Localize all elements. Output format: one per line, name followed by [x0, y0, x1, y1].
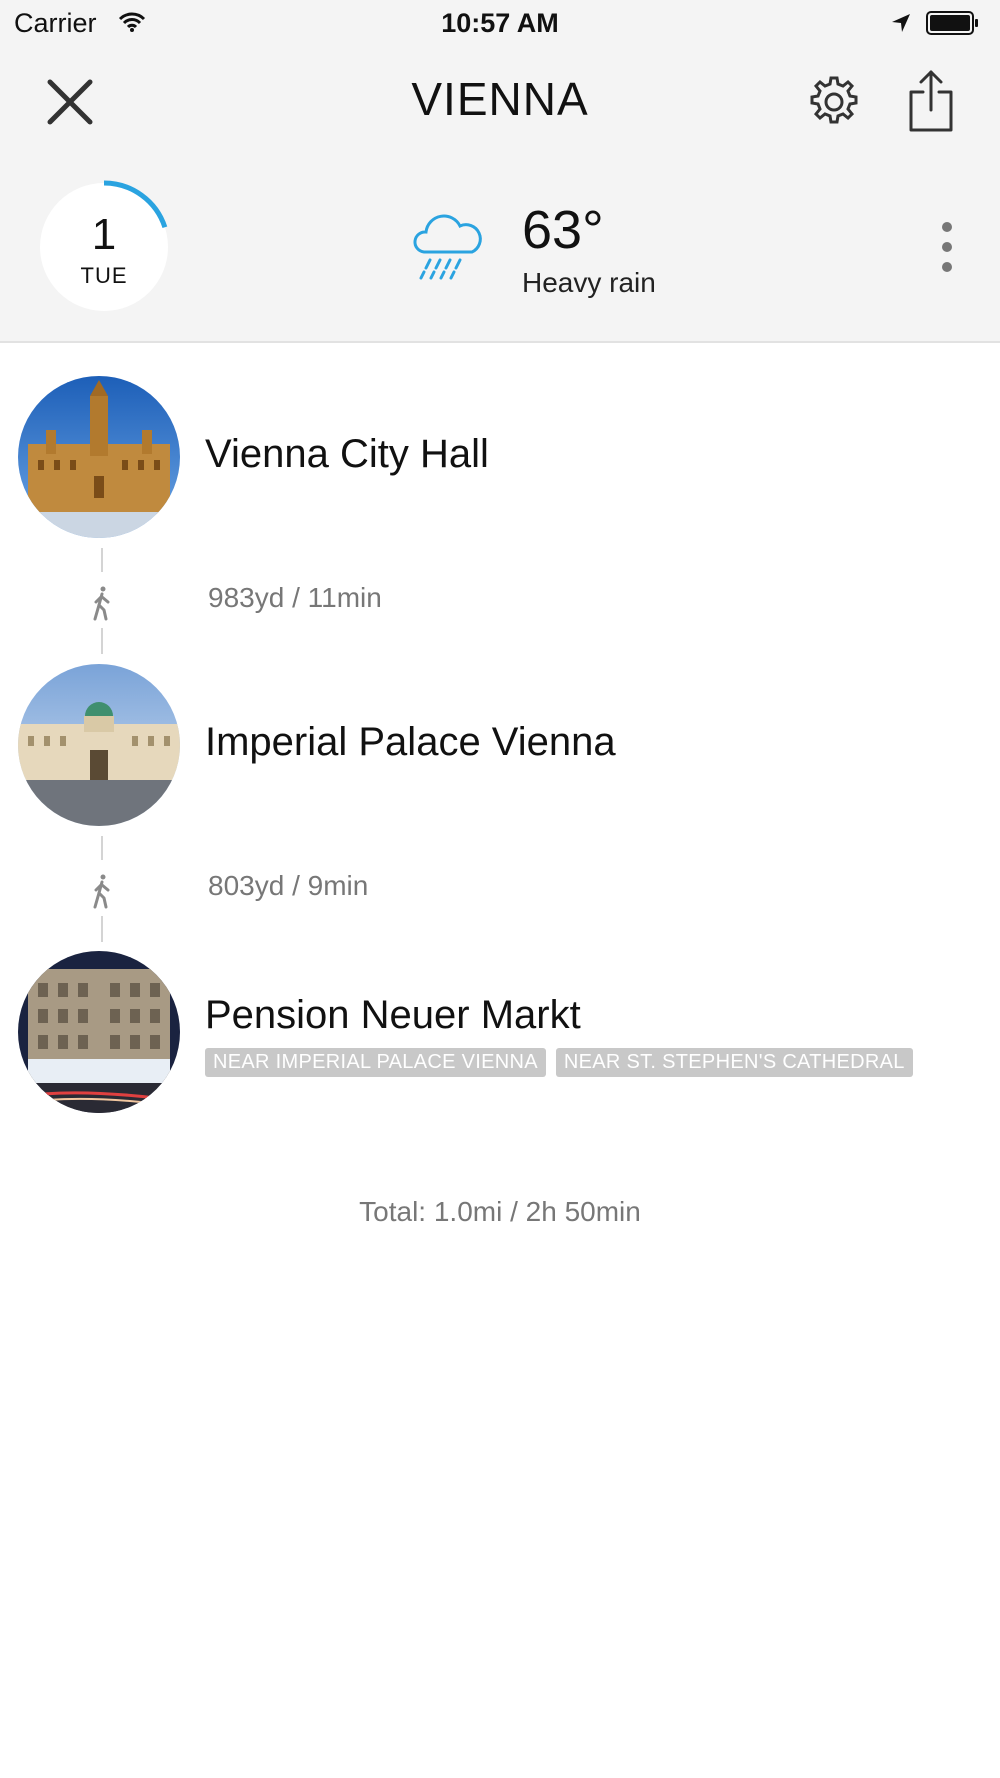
- place-name: Pension Neuer Markt: [205, 993, 581, 1037]
- leg-distance-time: 803yd / 9min: [208, 870, 369, 901]
- clock: 10:57 AM: [441, 8, 559, 38]
- list-item-place[interactable]: Imperial Palace Vienna: [0, 664, 1000, 826]
- day-number: 1: [91, 210, 117, 259]
- list-item-place[interactable]: Vienna City Hall: [0, 376, 1000, 538]
- itinerary-screen: Carrier 10:57 AM VIENNA 1 TUE 63° Heavy …: [0, 0, 1000, 1778]
- location-arrow-icon: [892, 14, 910, 32]
- timeline-connector: [101, 836, 103, 860]
- timeline-connector: [101, 916, 103, 942]
- walking-icon: [93, 874, 110, 909]
- place-tags: NEAR IMPERIAL PALACE VIENNA NEAR ST. STE…: [205, 1048, 913, 1077]
- weather-condition: Heavy rain: [522, 267, 656, 298]
- nav-bar: VIENNA: [0, 50, 1000, 155]
- timeline-connector: [101, 628, 103, 654]
- app-screen: Carrier 10:57 AM VIENNA 1 TUE 63° Heavy …: [0, 0, 1000, 1778]
- day-weather-header: 1 TUE 63° Heavy rain: [0, 155, 1000, 343]
- temperature: 63°: [522, 200, 604, 260]
- pension-photo: [18, 951, 180, 1113]
- tag-chip[interactable]: NEAR ST. STEPHEN'S CATHEDRAL: [555, 1048, 913, 1077]
- tag-chip[interactable]: NEAR IMPERIAL PALACE VIENNA: [205, 1048, 546, 1077]
- rain-cloud-icon: [413, 214, 482, 280]
- battery-icon: [926, 11, 978, 35]
- share-icon[interactable]: [903, 68, 959, 134]
- city-hall-photo: [18, 376, 180, 538]
- day-weekday: TUE: [80, 263, 128, 288]
- gear-icon[interactable]: [804, 72, 864, 132]
- imperial-palace-photo: [18, 664, 180, 826]
- walking-icon: [93, 586, 110, 621]
- status-bar: Carrier 10:57 AM: [0, 0, 1000, 50]
- place-name: Imperial Palace Vienna: [205, 720, 616, 764]
- timeline-connector: [101, 548, 103, 572]
- list-item-place[interactable]: Pension Neuer Markt: [0, 951, 1000, 1113]
- place-name: Vienna City Hall: [205, 432, 489, 476]
- more-options-icon[interactable]: [930, 217, 964, 277]
- route-total: Total: 1.0mi / 2h 50min: [359, 1196, 641, 1227]
- leg-distance-time: 983yd / 11min: [208, 582, 382, 613]
